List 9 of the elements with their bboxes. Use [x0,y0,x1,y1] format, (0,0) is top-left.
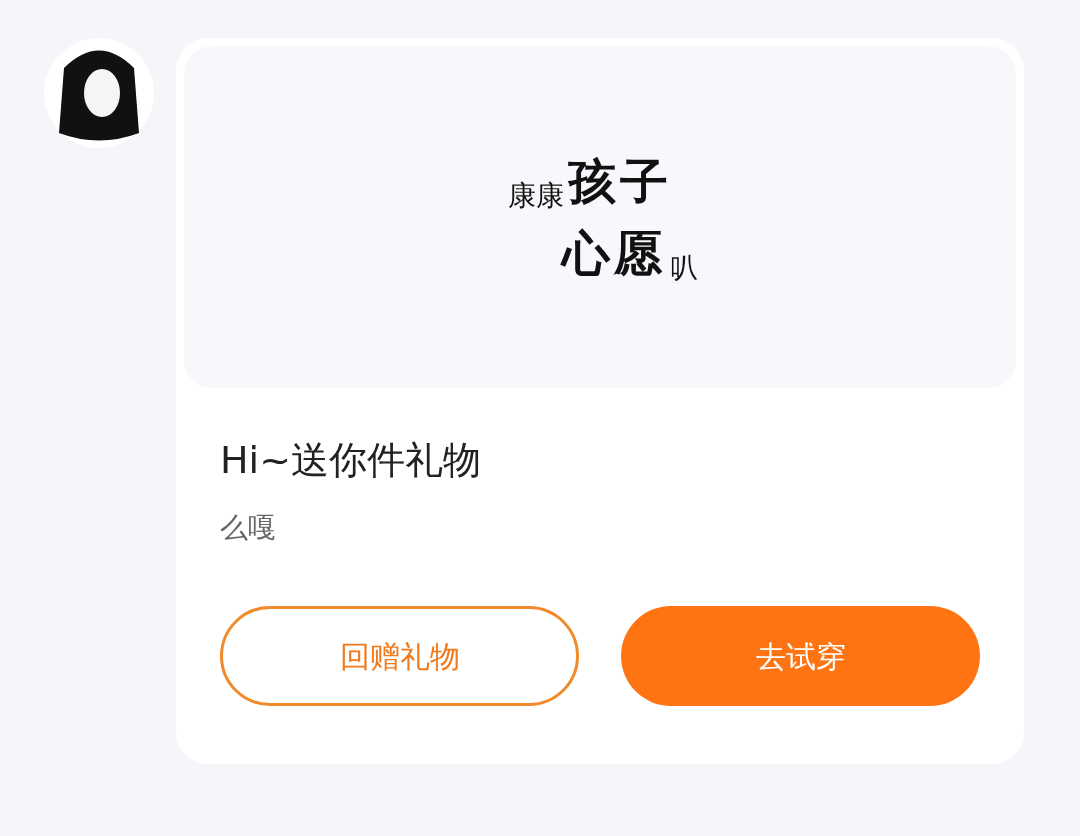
image-text: 康康 [508,178,564,214]
image-text: 孩子 [568,152,672,211]
image-text: 叭 [670,250,698,286]
image-text: 心愿 [562,224,666,283]
avatar[interactable] [44,38,154,148]
gift-message: 么嘎 [220,510,277,546]
try-on-button[interactable]: 去试穿 [621,606,980,706]
return-gift-button[interactable]: 回赠礼物 [220,606,579,706]
gift-title: Hi~送你件礼物 [220,437,482,484]
